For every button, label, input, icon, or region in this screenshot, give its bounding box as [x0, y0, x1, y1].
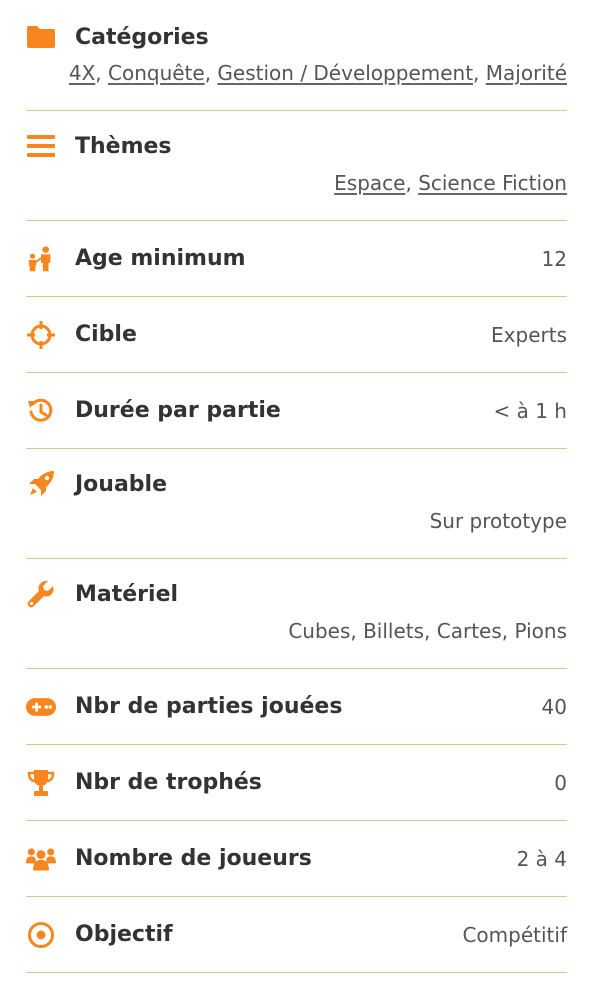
wrench-icon: [26, 579, 56, 609]
game-info-panel: Catégories 4X, Conquête, Gestion / Dével…: [26, 0, 567, 973]
material-value: Cubes, Billets, Cartes, Pions: [288, 619, 567, 643]
players-label: Nombre de joueurs: [75, 846, 312, 871]
duration-value: < à 1 h: [493, 398, 568, 423]
playable-label: Jouable: [75, 471, 168, 497]
objective-value: Compétitif: [462, 922, 567, 947]
trophies-value: 0: [554, 770, 567, 795]
category-link-gestion[interactable]: Gestion / Développement: [217, 61, 473, 85]
themes-links: Espace, Science Fiction: [334, 171, 567, 195]
categories-links: 4X, Conquête, Gestion / Développement, M…: [68, 61, 567, 85]
games-played-value: 40: [541, 694, 567, 719]
age-minimum-value: 12: [541, 246, 567, 271]
row-themes: Thèmes Espace, Science Fiction: [26, 111, 567, 221]
row-players: Nombre de joueurs 2 à 4: [26, 821, 567, 897]
row-target: Cible Experts: [26, 297, 567, 373]
target-icon: [26, 920, 56, 950]
folder-icon: [26, 22, 56, 52]
rocket-icon: [26, 469, 56, 499]
objective-label: Objectif: [75, 922, 173, 947]
duration-label: Durée par partie: [75, 398, 281, 423]
material-label: Matériel: [75, 581, 179, 607]
row-playable: Jouable Sur prototype: [26, 449, 567, 559]
category-link-majorite[interactable]: Majorité: [486, 61, 567, 85]
row-trophies: Nbr de trophés 0: [26, 745, 567, 821]
row-objective: Objectif Compétitif: [26, 897, 567, 973]
history-icon: [26, 396, 56, 426]
playable-value: Sur prototype: [429, 509, 567, 533]
theme-link-espace[interactable]: Espace: [334, 171, 405, 195]
row-duration: Durée par partie < à 1 h: [26, 373, 567, 449]
bars-icon: [26, 131, 56, 161]
categories-label: Catégories: [75, 24, 209, 50]
players-value: 2 à 4: [516, 846, 567, 871]
users-icon: [26, 844, 56, 874]
row-material: Matériel Cubes, Billets, Cartes, Pions: [26, 559, 567, 669]
row-categories: Catégories 4X, Conquête, Gestion / Dével…: [26, 0, 567, 111]
row-games-played: Nbr de parties jouées 40: [26, 669, 567, 745]
trophies-label: Nbr de trophés: [75, 770, 262, 795]
target-label: Cible: [75, 322, 137, 347]
age-minimum-label: Age minimum: [75, 246, 246, 271]
category-link-4x[interactable]: 4X: [69, 61, 95, 85]
target-value: Experts: [491, 322, 567, 347]
crosshair-icon: [26, 320, 56, 350]
theme-link-science-fiction[interactable]: Science Fiction: [418, 171, 567, 195]
category-link-conquete[interactable]: Conquête: [108, 61, 205, 85]
family-icon: [26, 244, 56, 274]
row-age-minimum: Age minimum 12: [26, 221, 567, 297]
trophy-icon: [26, 768, 56, 798]
themes-label: Thèmes: [75, 133, 172, 159]
gamepad-icon: [26, 692, 56, 722]
games-played-label: Nbr de parties jouées: [75, 694, 343, 719]
